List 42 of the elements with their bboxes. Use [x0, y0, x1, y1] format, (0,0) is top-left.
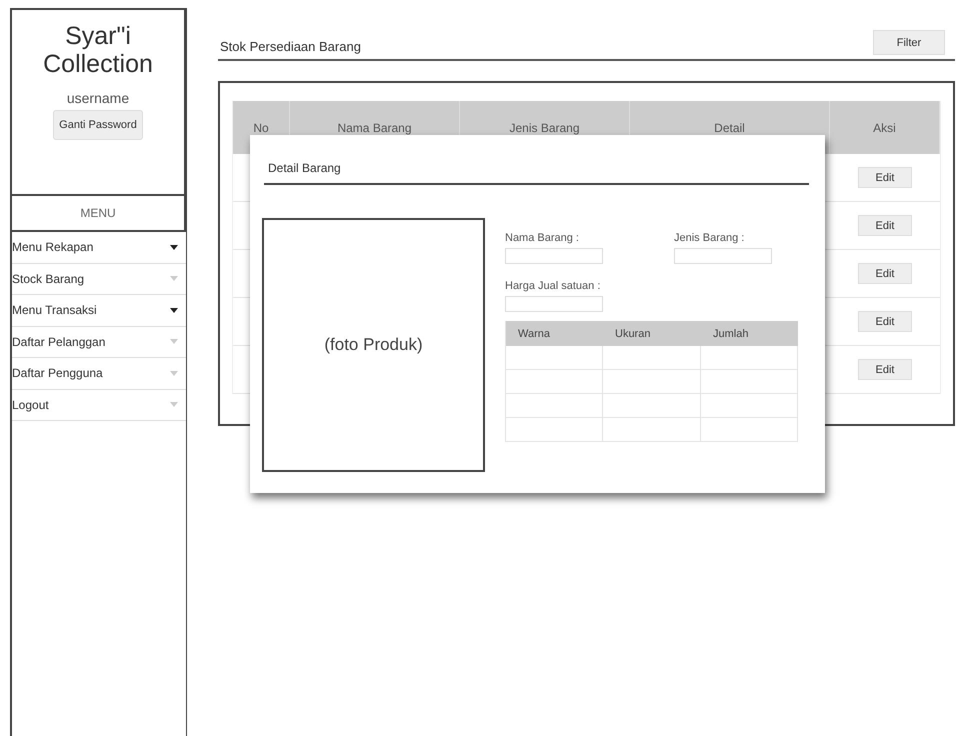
caret-icon	[170, 370, 178, 376]
edit-button[interactable]: Edit	[858, 167, 912, 188]
edit-button[interactable]: Edit	[858, 263, 912, 284]
filter-button[interactable]: Filter	[873, 30, 945, 55]
column-header: Aksi	[830, 101, 940, 154]
sidebar-item-label: Daftar Pelanggan	[12, 334, 106, 349]
sidebar-item[interactable]: Menu Transaksi	[12, 295, 186, 326]
caret-icon	[170, 339, 178, 344]
input-field[interactable]	[505, 248, 603, 264]
sidebar-item-label: Menu Rekapan	[12, 240, 94, 254]
edit-button[interactable]: Edit	[858, 359, 912, 380]
input-field[interactable]	[505, 296, 603, 312]
sidebar-item[interactable]: Daftar Pengguna	[12, 358, 186, 390]
brand-name: Syar"i	[65, 22, 131, 50]
sidebar-item[interactable]: Stock Barang	[12, 264, 186, 295]
dialog-title: Detail Barang	[268, 161, 341, 175]
field-label: Nama Barang :	[505, 232, 580, 244]
page-title: Stok Persediaan Barang	[220, 38, 361, 54]
sidebar-item-label: Daftar Pengguna	[12, 366, 103, 380]
menu-heading: MENU	[80, 206, 116, 220]
caret-icon	[170, 402, 178, 408]
edit-button[interactable]: Edit	[858, 215, 912, 236]
sidebar-item[interactable]: Menu Rekapan	[12, 232, 186, 264]
caret-icon	[170, 244, 178, 250]
sidebar-item[interactable]: Logout	[12, 390, 186, 421]
field-label: Jenis Barang :	[674, 232, 746, 244]
column-header: Warna	[506, 321, 603, 346]
sidebar-item-label: Logout	[12, 398, 49, 412]
brand-name-line: Collection	[43, 50, 153, 78]
column-header: Jumlah	[701, 321, 798, 346]
sidebar-item-label: Stock Barang	[12, 272, 84, 286]
input-field[interactable]	[674, 248, 772, 264]
caret-icon	[170, 308, 178, 313]
edit-button[interactable]: Edit	[858, 311, 912, 332]
column-header: Ukuran	[603, 321, 701, 346]
change-password-button[interactable]: Ganti Password	[53, 110, 143, 140]
sidebar-item-label: Menu Transaksi	[12, 303, 97, 318]
caret-icon	[170, 276, 178, 282]
field-label: Harga Jual satuan :	[505, 280, 602, 292]
username-label: username	[66, 90, 130, 106]
photo-label: (foto Produk)	[324, 335, 423, 355]
sidebar-item[interactable]: Daftar Pelanggan	[12, 326, 186, 358]
